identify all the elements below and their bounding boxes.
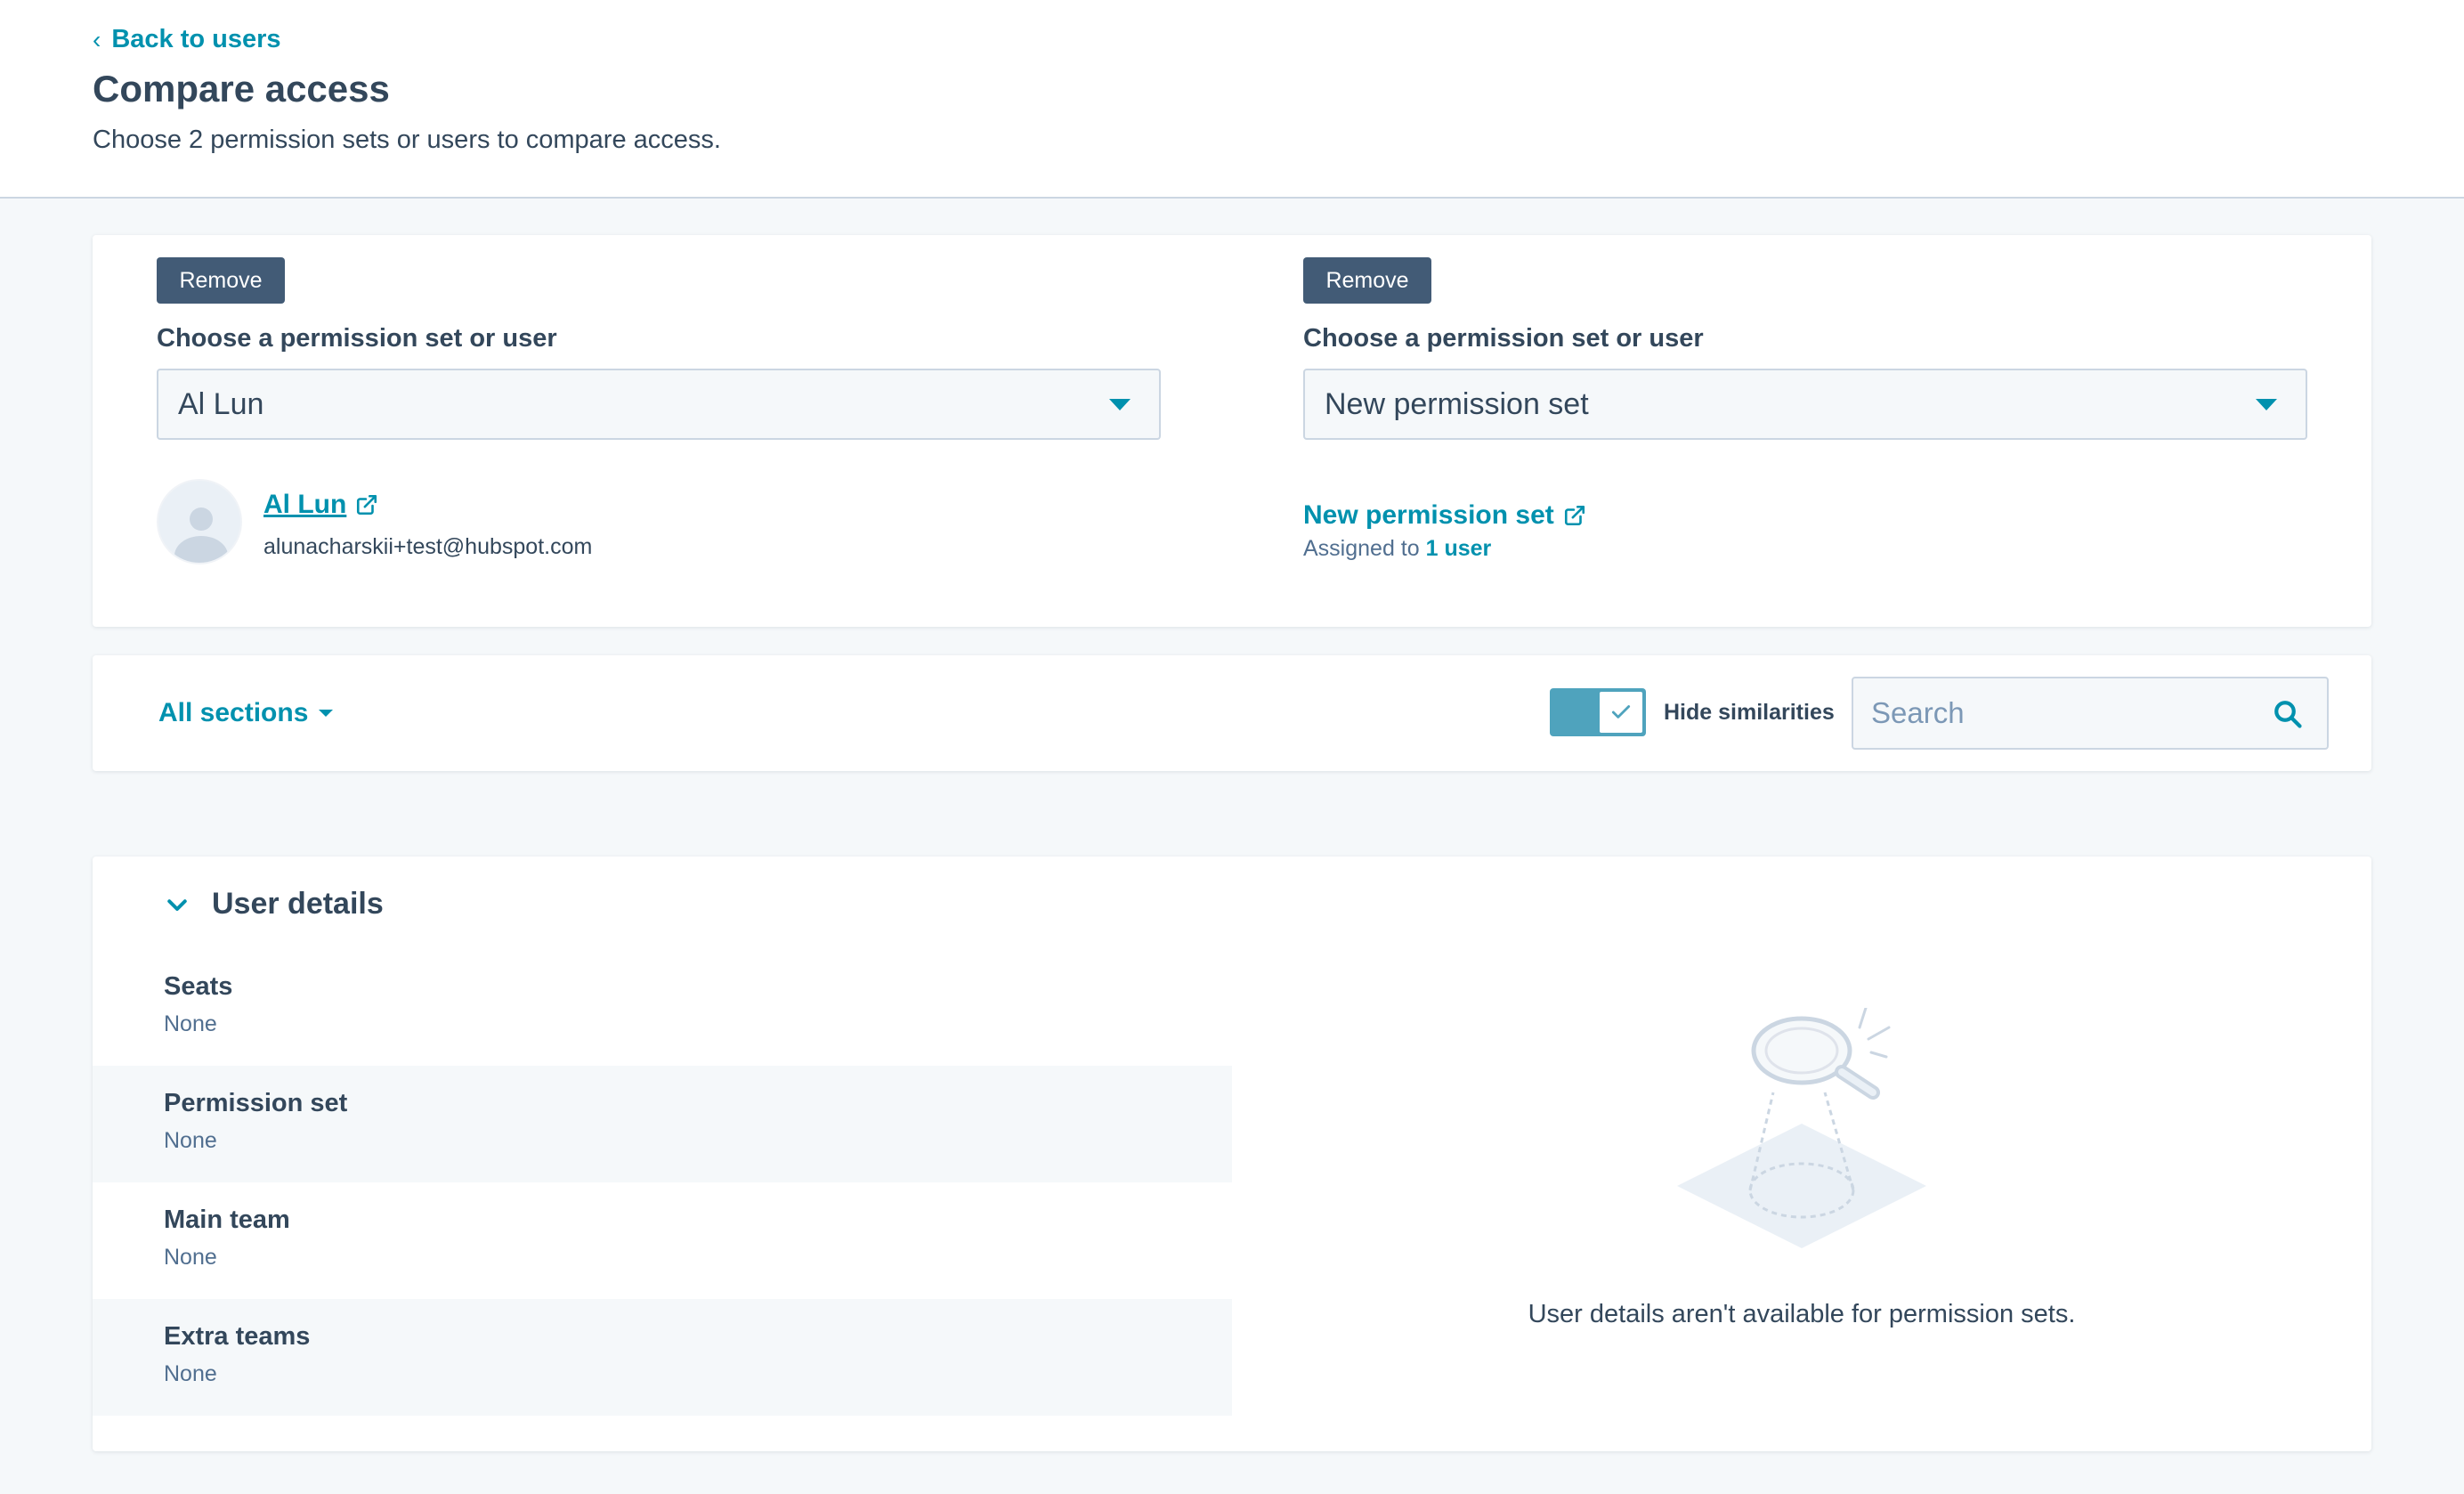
external-link-icon <box>1564 505 1585 526</box>
chevron-left-icon: ‹ <box>93 25 101 53</box>
permission-set-link[interactable]: New permission set <box>1303 500 1586 531</box>
permission-set-name: New permission set <box>1303 500 1554 530</box>
detail-value: None <box>164 1128 217 1153</box>
magnifier-illustration <box>1677 1008 1926 1248</box>
assigned-users-link[interactable]: 1 user <box>1426 536 1492 561</box>
remove-right-button[interactable]: Remove <box>1303 257 1431 304</box>
assigned-prefix: Assigned to <box>1303 536 1420 561</box>
hide-similarities-label: Hide similarities <box>1664 700 1835 725</box>
detail-label: Seats <box>164 972 233 1001</box>
external-link-icon <box>357 494 377 516</box>
left-select-value: Al Lun <box>178 386 264 421</box>
right-select[interactable]: New permission set <box>1303 369 2307 440</box>
back-to-users-link[interactable]: ‹ Back to users <box>93 25 281 54</box>
detail-label: Permission set <box>164 1089 348 1117</box>
page-header: ‹ Back to users Compare access Choose 2 … <box>0 0 2464 199</box>
user-email: alunacharskii+test@hubspot.com <box>263 534 593 559</box>
check-icon <box>1611 705 1631 719</box>
caret-down-icon <box>2256 399 2277 410</box>
section-title: User details <box>212 887 384 921</box>
caret-down-icon <box>1109 399 1131 410</box>
detail-row-extra-teams: Extra teams None <box>93 1299 1232 1416</box>
right-field-label: Choose a permission set or user <box>1303 324 1704 353</box>
empty-state-message: User details aren't available for permis… <box>1528 1300 2076 1328</box>
compare-selection-card: Remove Choose a permission set or user A… <box>93 235 2371 627</box>
assigned-info: Assigned to 1 user <box>1303 536 1491 562</box>
left-select[interactable]: Al Lun <box>157 369 1161 440</box>
user-details-toggle[interactable]: User details <box>164 887 384 922</box>
detail-row-main-team: Main team None <box>93 1182 1232 1299</box>
chevron-down-icon <box>167 898 187 911</box>
detail-row-seats: Seats None <box>93 949 1232 1066</box>
user-profile-link[interactable]: Al Lun <box>263 490 378 520</box>
remove-left-button[interactable]: Remove <box>157 257 285 304</box>
all-sections-dropdown[interactable]: All sections <box>158 698 334 728</box>
user-details-section: User details Seats None Permission set N… <box>93 857 2371 1451</box>
avatar <box>157 479 242 564</box>
search-box <box>1852 677 2329 750</box>
detail-label: Extra teams <box>164 1322 311 1351</box>
search-input[interactable] <box>1853 678 2263 748</box>
user-name: Al Lun <box>263 490 347 519</box>
right-select-value: New permission set <box>1325 386 1589 421</box>
page-subtitle: Choose 2 permission sets or users to com… <box>93 126 721 154</box>
search-icon[interactable] <box>2272 698 2304 730</box>
all-sections-label: All sections <box>158 698 309 727</box>
hide-similarities-toggle[interactable] <box>1550 688 1646 736</box>
toggle-knob <box>1598 690 1644 735</box>
caret-down-icon <box>319 710 334 717</box>
filter-bar: All sections Hide similarities <box>93 655 2371 771</box>
detail-value: None <box>164 1361 217 1386</box>
page-title: Compare access <box>93 68 390 110</box>
back-link-label: Back to users <box>111 25 281 53</box>
detail-label: Main team <box>164 1206 290 1234</box>
detail-row-permission-set: Permission set None <box>93 1066 1232 1182</box>
left-field-label: Choose a permission set or user <box>157 324 557 353</box>
detail-value: None <box>164 1011 217 1036</box>
detail-value: None <box>164 1245 217 1270</box>
